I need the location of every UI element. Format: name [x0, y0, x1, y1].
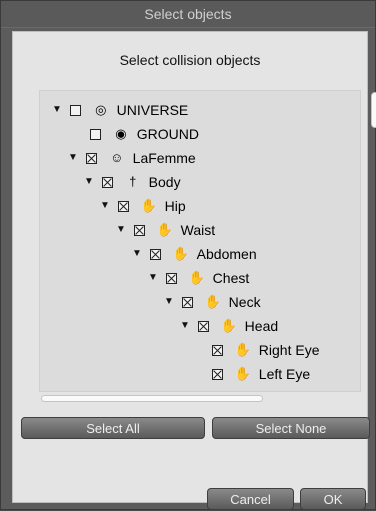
checkbox-checked[interactable] — [212, 368, 223, 380]
tree-item-label: Abdomen — [196, 246, 257, 263]
tree-item-label: Hip — [164, 198, 186, 215]
tree-item-label: Body — [148, 174, 181, 191]
checkbox-checked[interactable] — [212, 344, 223, 356]
tree-item-abdomen[interactable]: ▼ ✋ Abdomen — [132, 241, 257, 265]
checkbox-checked[interactable] — [149, 248, 161, 260]
vertical-scrollbar[interactable] — [369, 90, 376, 390]
tree-item-hip[interactable]: ▼ ✋ Hip — [100, 193, 186, 217]
checkbox-checked[interactable] — [101, 176, 113, 188]
tree-item-ground[interactable]: ◉ GROUND — [90, 121, 199, 145]
body-icon: † — [129, 174, 137, 190]
figure-icon: ☺ — [110, 150, 124, 166]
checkbox-unchecked[interactable] — [90, 128, 101, 140]
ground-icon: ◉ — [115, 126, 127, 142]
tree-item-label: Left Eye — [258, 366, 311, 383]
tree-item-label: LaFemme — [132, 150, 196, 167]
collapse-arrow-icon[interactable]: ▼ — [132, 242, 146, 266]
checkbox-unchecked[interactable] — [69, 104, 81, 116]
tree-item-label: UNIVERSE — [116, 102, 189, 119]
tree-item-left-eye[interactable]: ✋ Left Eye — [212, 361, 310, 385]
hand-icon: ✋ — [188, 270, 205, 286]
collapse-arrow-icon[interactable]: ▼ — [100, 194, 114, 218]
tree-item-head[interactable]: ▼ ✋ Head — [180, 313, 278, 337]
collapse-arrow-icon[interactable]: ▼ — [164, 290, 178, 314]
tree-item-universe[interactable]: ▼ ◎ UNIVERSE — [52, 97, 188, 121]
tree-item-chest[interactable]: ▼ ✋ Chest — [148, 265, 249, 289]
tree-item-right-eye[interactable]: ✋ Right Eye — [212, 337, 319, 361]
collapse-arrow-icon[interactable]: ▼ — [84, 170, 98, 194]
checkbox-checked[interactable] — [117, 200, 129, 212]
tree-item-lafemme[interactable]: ▼ ☺ LaFemme — [68, 145, 196, 169]
globe-icon: ◎ — [95, 102, 107, 118]
hand-icon: ✋ — [204, 294, 221, 310]
collapse-arrow-icon[interactable]: ▼ — [180, 314, 194, 338]
checkbox-checked[interactable] — [85, 152, 97, 164]
collapse-arrow-icon[interactable]: ▼ — [68, 146, 82, 170]
checkbox-checked[interactable] — [133, 224, 145, 236]
tree-item-label: Head — [244, 318, 279, 335]
hand-icon: ✋ — [234, 342, 252, 358]
hand-icon: ✋ — [140, 198, 157, 214]
collapse-arrow-icon[interactable]: ▼ — [52, 98, 66, 122]
select-all-button[interactable]: Select All — [21, 417, 205, 439]
object-tree[interactable]: ▼ ◎ UNIVERSE ◉ GROUND ▼ ☺ LaFemme ▼ † Bo… — [39, 90, 361, 392]
collision-panel: Select collision objects ▼ ◎ UNIVERSE ◉ … — [12, 31, 376, 510]
tree-item-neck[interactable]: ▼ ✋ Neck — [164, 289, 261, 313]
tree-item-label: Neck — [228, 294, 261, 311]
horizontal-scrollbar[interactable] — [39, 393, 359, 403]
select-none-button[interactable]: Select None — [212, 417, 370, 439]
checkbox-checked[interactable] — [181, 296, 193, 308]
tree-item-label: Waist — [180, 222, 216, 239]
tree-item-label: Right Eye — [258, 342, 320, 359]
tree-item-label: Chest — [212, 270, 250, 287]
collapse-arrow-icon[interactable]: ▼ — [148, 266, 162, 290]
checkbox-checked[interactable] — [197, 320, 209, 332]
hand-icon: ✋ — [172, 246, 189, 262]
vertical-scrollbar-thumb[interactable] — [371, 92, 376, 128]
ok-button[interactable]: OK — [300, 488, 366, 510]
checkbox-checked[interactable] — [165, 272, 177, 284]
tree-item-waist[interactable]: ▼ ✋ Waist — [116, 217, 215, 241]
horizontal-scrollbar-thumb[interactable] — [41, 395, 263, 402]
collapse-arrow-icon[interactable]: ▼ — [116, 218, 130, 242]
cancel-button[interactable]: Cancel — [207, 488, 294, 510]
window-title: Select objects — [1, 1, 375, 28]
panel-heading: Select collision objects — [119, 52, 261, 68]
hand-icon: ✋ — [234, 366, 252, 382]
select-objects-dialog: Select objects Select collision objects … — [0, 0, 376, 510]
tree-item-label: GROUND — [136, 126, 200, 143]
hand-icon: ✋ — [220, 318, 237, 334]
hand-icon: ✋ — [156, 222, 173, 238]
tree-item-body[interactable]: ▼ † Body — [84, 169, 181, 193]
